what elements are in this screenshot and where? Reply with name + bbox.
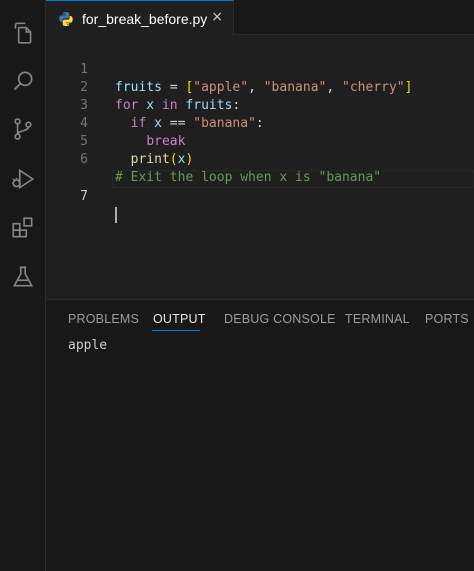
text-cursor xyxy=(115,206,117,223)
code-line: 6 # Exit the loop when x is "banana" xyxy=(46,133,474,185)
tab-problems[interactable]: PROBLEMS xyxy=(68,312,139,326)
tab-filename: for_break_before.py xyxy=(82,10,208,27)
bottom-panel: PROBLEMS OUTPUT DEBUG CONSOLE TERMINAL P… xyxy=(46,299,474,571)
close-tab-icon[interactable]: × xyxy=(211,9,223,25)
current-line-highlight xyxy=(112,170,474,188)
testing-icon[interactable] xyxy=(8,262,38,292)
search-icon[interactable] xyxy=(8,66,38,96)
code-editor[interactable]: 1 fruits = ["apple", "banana", "cherry"]… xyxy=(46,36,474,299)
code-line: 2 for x in fruits: xyxy=(46,61,474,113)
code-line: 5 print(x) xyxy=(46,115,474,167)
source-control-icon[interactable] xyxy=(8,114,38,144)
code-line: 3 if x == "banana": xyxy=(46,79,474,131)
code-line: 1 fruits = ["apple", "banana", "cherry"] xyxy=(46,43,474,95)
output-text: apple xyxy=(68,338,108,353)
active-tab-indicator xyxy=(152,330,200,331)
tab-debug-console[interactable]: DEBUG CONSOLE xyxy=(224,312,336,326)
tab-ports[interactable]: PORTS xyxy=(425,312,469,326)
line-number: 7 xyxy=(80,189,88,204)
run-debug-icon[interactable] xyxy=(8,164,38,194)
extensions-icon[interactable] xyxy=(8,213,38,243)
files-icon[interactable] xyxy=(8,18,38,48)
tab-terminal[interactable]: TERMINAL xyxy=(345,312,410,326)
editor-tab-bar: for_break_before.py × xyxy=(46,0,474,36)
activity-bar xyxy=(0,0,46,571)
python-icon xyxy=(58,11,74,27)
editor-tab[interactable]: for_break_before.py × xyxy=(46,0,234,36)
code-line: 4 break xyxy=(46,97,474,149)
code-line-current: 7 xyxy=(46,152,474,223)
tab-output[interactable]: OUTPUT xyxy=(153,312,206,326)
